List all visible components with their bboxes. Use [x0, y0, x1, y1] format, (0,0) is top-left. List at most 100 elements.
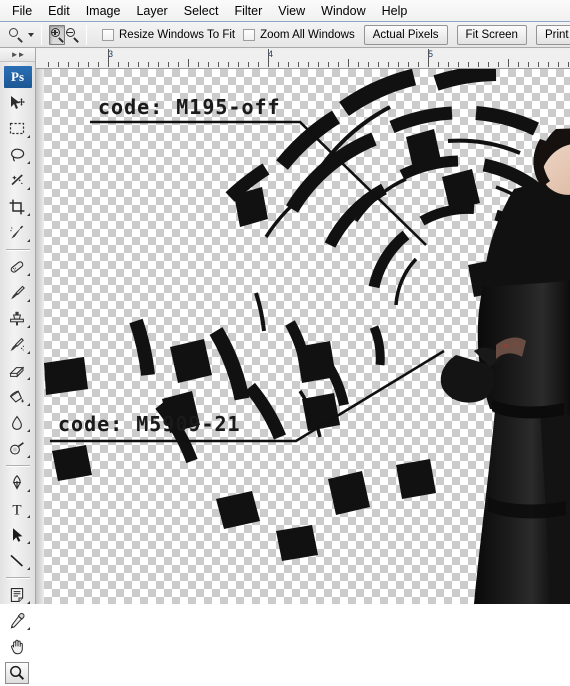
zoom-out-icon	[65, 28, 79, 42]
tool-flyout-indicator	[27, 429, 30, 432]
ruler-tick	[308, 62, 309, 67]
ruler-tick	[358, 62, 359, 67]
tool-line-shape[interactable]	[0, 548, 34, 574]
tool-lasso[interactable]	[0, 142, 34, 168]
svg-text:T: T	[12, 503, 21, 518]
double-chevron-right-icon: ►►	[11, 51, 25, 59]
menu-item-image[interactable]: Image	[78, 2, 129, 21]
ruler-tick	[258, 62, 259, 67]
toolbox-divider-2	[6, 465, 30, 467]
ruler-tick	[128, 62, 129, 67]
horizontal-ruler[interactable]: 3 4 5	[44, 49, 570, 69]
tool-blur[interactable]	[0, 410, 34, 436]
chevron-down-icon[interactable]	[28, 33, 34, 37]
tool-slice[interactable]	[0, 220, 34, 246]
tool-flyout-indicator	[27, 377, 30, 380]
ruler-tick	[298, 62, 299, 67]
tool-flyout-indicator	[27, 135, 30, 138]
canvas-vertical-scrollbar[interactable]	[36, 69, 44, 604]
ruler-tick	[528, 62, 529, 67]
ruler-tick	[78, 62, 79, 67]
ruler-tick	[268, 49, 269, 67]
ruler-tick	[488, 62, 489, 67]
ruler-tick	[448, 62, 449, 67]
tool-flyout-indicator	[27, 325, 30, 328]
fit-screen-button[interactable]: Fit Screen	[457, 25, 527, 45]
ruler-tick	[148, 62, 149, 67]
tool-flyout-indicator	[27, 351, 30, 354]
tool-dodge[interactable]	[0, 436, 34, 462]
resize-windows-to-fit-option[interactable]: Resize Windows To Fit	[102, 29, 235, 41]
tool-paint-bucket[interactable]	[0, 384, 34, 410]
canvas-viewport[interactable]: code: M195-off code: M5909-21	[44, 69, 570, 604]
tool-notes[interactable]	[0, 582, 34, 608]
ruler-tick	[508, 59, 509, 67]
print-size-button[interactable]: Print Size	[536, 25, 570, 45]
menu-item-edit[interactable]: Edit	[40, 2, 78, 21]
ruler-tick	[338, 62, 339, 67]
tool-rectangular-marquee[interactable]	[0, 116, 34, 142]
annotation-code-bottom: code: M5909-21	[58, 412, 241, 436]
options-bar: Resize Windows To Fit Zoom All Windows A…	[0, 22, 570, 48]
ruler-tick	[568, 62, 569, 67]
tool-path-selection[interactable]	[0, 522, 34, 548]
ruler-corner	[36, 49, 44, 69]
ruler-tick	[348, 59, 349, 67]
menu-item-select[interactable]: Select	[176, 2, 227, 21]
ruler-tick	[278, 62, 279, 67]
resize-windows-to-fit-checkbox[interactable]	[102, 29, 114, 41]
current-tool-preset[interactable]	[8, 27, 34, 43]
menu-bar: File Edit Image Layer Select Filter View…	[0, 0, 570, 22]
ruler-tick	[398, 62, 399, 67]
tool-brush[interactable]	[0, 280, 34, 306]
toolbox-panel: ►► Ps	[0, 48, 36, 604]
tool-flyout-indicator	[27, 239, 30, 242]
ruler-tick	[208, 62, 209, 67]
tool-horizontal-type[interactable]: T	[0, 496, 34, 522]
ruler-tick	[108, 49, 109, 67]
ruler-tick	[118, 62, 119, 67]
tool-eraser[interactable]	[0, 358, 34, 384]
menu-item-layer[interactable]: Layer	[128, 2, 175, 21]
ruler-tick	[188, 59, 189, 67]
tool-pen[interactable]	[0, 470, 34, 496]
zoom-tool-icon	[8, 27, 24, 43]
zoom-all-windows-option[interactable]: Zoom All Windows	[243, 29, 355, 41]
ruler-tick	[518, 62, 519, 67]
tool-hand[interactable]	[0, 634, 34, 660]
ruler-tick	[538, 62, 539, 67]
menu-item-view[interactable]: View	[270, 2, 313, 21]
tool-magic-wand[interactable]	[0, 168, 34, 194]
menu-item-help[interactable]: Help	[374, 2, 416, 21]
ruler-tick	[58, 62, 59, 67]
zoom-all-windows-label: Zoom All Windows	[260, 29, 355, 41]
tool-flyout-indicator	[27, 299, 30, 302]
tool-flyout-indicator	[27, 273, 30, 276]
tool-flyout-indicator	[27, 515, 30, 518]
tool-flyout-indicator	[27, 187, 30, 190]
tool-eyedropper[interactable]	[0, 608, 34, 634]
tool-flyout-indicator	[27, 455, 30, 458]
ruler-tick	[368, 62, 369, 67]
ruler-tick	[328, 62, 329, 67]
actual-pixels-button[interactable]: Actual Pixels	[364, 25, 448, 45]
tool-crop[interactable]	[0, 194, 34, 220]
menu-item-filter[interactable]: Filter	[226, 2, 270, 21]
tool-flyout-indicator	[27, 567, 30, 570]
tool-move[interactable]	[0, 90, 34, 116]
ruler-tick	[68, 62, 69, 67]
zoom-in-icon	[50, 28, 64, 42]
tool-zoom[interactable]	[0, 660, 34, 686]
photoshop-window: File Edit Image Layer Select Filter View…	[0, 0, 570, 604]
annotation-code-top: code: M195-off	[98, 95, 281, 119]
ruler-tick	[458, 62, 459, 67]
zoom-out-button[interactable]	[65, 25, 79, 45]
tool-clone-stamp[interactable]	[0, 306, 34, 332]
zoom-in-button[interactable]	[49, 25, 65, 45]
zoom-all-windows-checkbox[interactable]	[243, 29, 255, 41]
tool-history-brush[interactable]	[0, 332, 34, 358]
menu-item-window[interactable]: Window	[313, 2, 373, 21]
toolbox-collapse-button[interactable]: ►►	[0, 48, 35, 62]
tool-spot-healing-brush[interactable]	[0, 254, 34, 280]
menu-item-file[interactable]: File	[4, 2, 40, 21]
